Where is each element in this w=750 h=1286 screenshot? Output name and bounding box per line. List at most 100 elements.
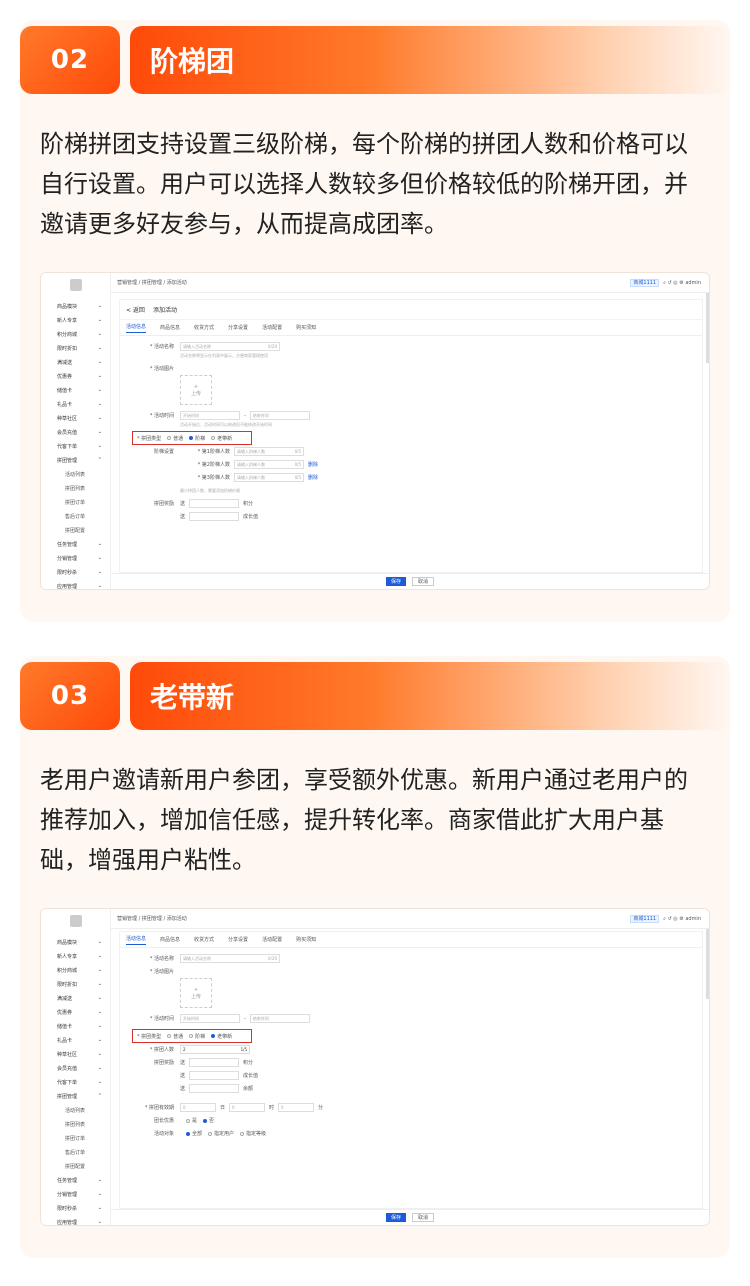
sidebar-item[interactable]: 分销管理 ⌄ — [41, 1187, 110, 1201]
end-time-input[interactable]: 结束时间 — [249, 1014, 310, 1023]
radio-discount-no[interactable] — [203, 1118, 208, 1123]
back-link[interactable]: < 返回 — [126, 305, 145, 314]
reward-balance-input[interactable] — [189, 1084, 240, 1093]
scrollbar[interactable] — [706, 293, 709, 363]
section-ladder: 02 阶梯团 阶梯拼团支持设置三级阶梯，每个阶梯的拼团人数和价格可以自行设置。用… — [20, 20, 730, 622]
toolbar-icons[interactable]: ⌕ ↺ ◎ ⚙ — [663, 916, 685, 922]
save-button[interactable]: 保存 — [385, 577, 406, 586]
sidebar-item[interactable]: 种草社区 ⌄ — [41, 1047, 110, 1061]
sidebar-item[interactable]: 商品模块 ⌄ — [41, 299, 110, 313]
delete-tier3-link[interactable]: 删除 — [308, 474, 318, 481]
tab-delivery[interactable]: 收货方式 — [194, 936, 214, 943]
sidebar-item[interactable]: 礼品卡 ⌄ — [41, 1033, 110, 1047]
sidebar-subitem[interactable]: 拼团配置 — [41, 523, 110, 537]
sidebar-item[interactable]: 满减送 ⌄ — [41, 355, 110, 369]
reward-points-input[interactable] — [189, 1058, 240, 1067]
sidebar-item[interactable]: 优惠券 ⌄ — [41, 369, 110, 383]
tab-info[interactable]: 活动信息 — [126, 935, 147, 945]
sidebar-subitem[interactable]: 拼团订单 — [41, 495, 110, 509]
tab-delivery[interactable]: 收货方式 — [194, 324, 214, 331]
radio-discount-yes[interactable] — [186, 1118, 190, 1123]
radio-ladder[interactable] — [189, 436, 194, 440]
radio-normal[interactable] — [167, 436, 172, 440]
valid-day-select[interactable]: 0 — [180, 1103, 216, 1112]
sidebar-item[interactable]: 新人专享 ⌄ — [41, 313, 110, 327]
tab-notice[interactable]: 购买须知 — [296, 324, 316, 331]
sidebar-item[interactable]: 限时秒杀 ⌄ — [41, 565, 110, 579]
upload-button[interactable]: + 上传 — [180, 978, 212, 1008]
sidebar-subitem[interactable]: 售后订单 — [41, 1145, 110, 1159]
radio-ladder[interactable] — [189, 1034, 194, 1038]
radio-old-new[interactable] — [211, 436, 216, 440]
sidebar-item[interactable]: 拼团管理 ⌃ — [41, 453, 110, 467]
group-size-input[interactable]: 2 1/5 — [180, 1045, 250, 1054]
activity-name-input[interactable]: 请输入活动名称 0/20 — [180, 342, 280, 351]
sidebar-subitem[interactable]: 售后订单 — [41, 509, 110, 523]
sidebar-item[interactable]: 限时折扣 ⌄ — [41, 977, 110, 991]
sidebar-subitem[interactable]: 拼团列表 — [41, 481, 110, 495]
upload-button[interactable]: + 上传 — [180, 375, 212, 405]
sidebar-item[interactable]: 新人专享 ⌄ — [41, 949, 110, 963]
tab-config[interactable]: 活动配置 — [262, 936, 282, 943]
radio-target-all[interactable] — [186, 1131, 190, 1136]
radio-normal[interactable] — [167, 1034, 172, 1038]
sidebar-subitem[interactable]: 活动列表 — [41, 1103, 110, 1117]
tab-info[interactable]: 活动信息 — [126, 323, 147, 333]
end-time-input[interactable]: 结束时间 — [249, 411, 310, 420]
sidebar-item[interactable]: 代客下单 ⌄ — [41, 439, 110, 453]
sidebar-item[interactable]: 应用管理 ⌄ — [41, 1215, 110, 1225]
activity-name-input[interactable]: 请输入活动名称 0/20 — [180, 954, 280, 963]
radio-target-user[interactable] — [208, 1131, 213, 1136]
sidebar-item[interactable]: 任务管理 ⌄ — [41, 537, 110, 551]
tab-share[interactable]: 分享设置 — [228, 324, 248, 331]
valid-hour-select[interactable]: 0 — [229, 1103, 266, 1112]
sidebar-item[interactable]: 礼品卡 ⌄ — [41, 397, 110, 411]
radio-old-new[interactable] — [211, 1034, 216, 1038]
tab-share[interactable]: 分享设置 — [228, 936, 248, 943]
sidebar-item[interactable]: 分销管理 ⌄ — [41, 551, 110, 565]
sidebar-item[interactable]: 储值卡 ⌄ — [41, 1019, 110, 1033]
sidebar-subitem[interactable]: 活动列表 — [41, 467, 110, 481]
tier1-input[interactable]: 请输入阶梯人数 0/5 — [234, 447, 304, 456]
delete-tier2-link[interactable]: 删除 — [308, 461, 318, 468]
sidebar-item[interactable]: 应用管理 ⌄ — [41, 579, 110, 589]
scrollbar[interactable] — [706, 929, 709, 999]
sidebar-subitem[interactable]: 拼团配置 — [41, 1159, 110, 1173]
valid-minute-select[interactable]: 0 — [278, 1103, 315, 1112]
sidebar-item[interactable]: 限时折扣 ⌄ — [41, 341, 110, 355]
reward-growth-input[interactable] — [189, 1071, 240, 1080]
user-name[interactable]: admin — [685, 916, 701, 922]
radio-target-level[interactable] — [240, 1131, 245, 1136]
tab-goods[interactable]: 商品信息 — [160, 936, 180, 943]
sidebar-item[interactable]: 积分商城 ⌄ — [41, 327, 110, 341]
user-name[interactable]: admin — [685, 280, 701, 286]
cancel-button[interactable]: 取消 — [412, 1213, 435, 1222]
footer-actions: 保存 取消 — [111, 573, 709, 589]
toolbar-icons[interactable]: ⌕ ↺ ◎ ⚙ — [663, 280, 685, 286]
sidebar-item[interactable]: 储值卡 ⌄ — [41, 383, 110, 397]
tab-notice[interactable]: 购买须知 — [296, 936, 316, 943]
sidebar-item[interactable]: 种草社区 ⌄ — [41, 411, 110, 425]
cancel-button[interactable]: 取消 — [412, 577, 435, 586]
sidebar-item[interactable]: 拼团管理 ⌃ — [41, 1089, 110, 1103]
sidebar-item[interactable]: 限时秒杀 ⌄ — [41, 1201, 110, 1215]
sidebar-item[interactable]: 会员充值 ⌄ — [41, 425, 110, 439]
reward-growth-input[interactable] — [189, 512, 240, 521]
sidebar-item[interactable]: 优惠券 ⌄ — [41, 1005, 110, 1019]
sidebar-item[interactable]: 满减送 ⌄ — [41, 991, 110, 1005]
save-button[interactable]: 保存 — [385, 1213, 406, 1222]
sidebar-item[interactable]: 商品模块 ⌄ — [41, 935, 110, 949]
sidebar-item[interactable]: 代客下单 ⌄ — [41, 1075, 110, 1089]
start-time-input[interactable]: 开始时间 — [180, 1014, 240, 1023]
tier2-input[interactable]: 请输入阶梯人数 0/5 — [234, 460, 304, 469]
reward-points-input[interactable] — [189, 499, 240, 508]
sidebar-item[interactable]: 积分商城 ⌄ — [41, 963, 110, 977]
sidebar-item[interactable]: 会员充值 ⌄ — [41, 1061, 110, 1075]
tab-config[interactable]: 活动配置 — [262, 324, 282, 331]
tab-goods[interactable]: 商品信息 — [160, 324, 180, 331]
tier3-input[interactable]: 请输入阶梯人数 0/5 — [234, 473, 304, 482]
sidebar-subitem[interactable]: 拼团列表 — [41, 1117, 110, 1131]
sidebar-subitem[interactable]: 拼团订单 — [41, 1131, 110, 1145]
start-time-input[interactable]: 开始时间 — [180, 411, 240, 420]
sidebar-item[interactable]: 任务管理 ⌄ — [41, 1173, 110, 1187]
